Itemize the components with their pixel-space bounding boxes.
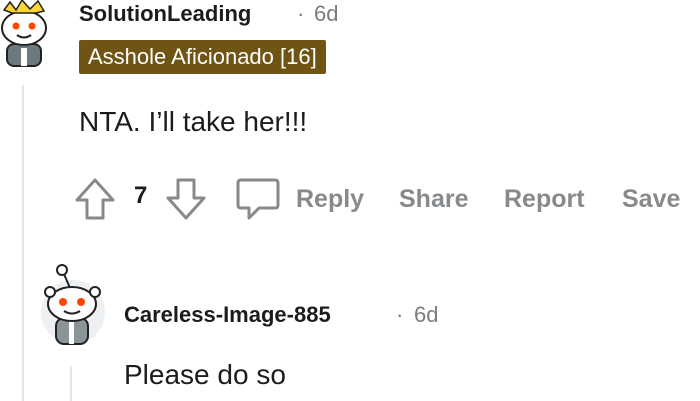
comment-timestamp[interactable]: 6d (314, 0, 338, 28)
reply-label[interactable]: Reply (296, 174, 364, 224)
reply-username[interactable]: Careless-Image-885 (124, 300, 331, 330)
reply-avatar[interactable] (40, 262, 106, 346)
avatar[interactable] (0, 0, 58, 68)
comment-body: NTA. I’ll take her!!! (79, 106, 308, 137)
upvote-button[interactable] (73, 176, 117, 222)
downvote-button[interactable] (164, 176, 208, 222)
speech-bubble-icon (236, 178, 280, 220)
snoo-avatar-icon (41, 264, 105, 345)
reply-thread-line[interactable] (70, 366, 72, 401)
vote-count: 7 (134, 182, 148, 209)
reply-button[interactable] (235, 176, 281, 222)
arrow-up-icon (75, 178, 115, 220)
save-button[interactable]: Save (622, 174, 680, 224)
reply-timestamp[interactable]: 6d (414, 300, 438, 330)
comment-action-bar: 7 Reply Share Report Save (73, 174, 693, 224)
meta-separator: · (297, 1, 305, 26)
reply-meta-separator: · (396, 302, 404, 327)
report-button[interactable]: Report (504, 174, 585, 224)
comment-username[interactable]: SolutionLeading (79, 0, 251, 28)
share-button[interactable]: Share (399, 174, 468, 224)
snoo-avatar-icon (1, 0, 47, 67)
arrow-down-icon (166, 178, 206, 220)
thread-line[interactable] (22, 85, 24, 401)
user-flair-badge: Asshole Aficionado [16] (79, 40, 326, 74)
reply-body: Please do so (124, 359, 286, 390)
